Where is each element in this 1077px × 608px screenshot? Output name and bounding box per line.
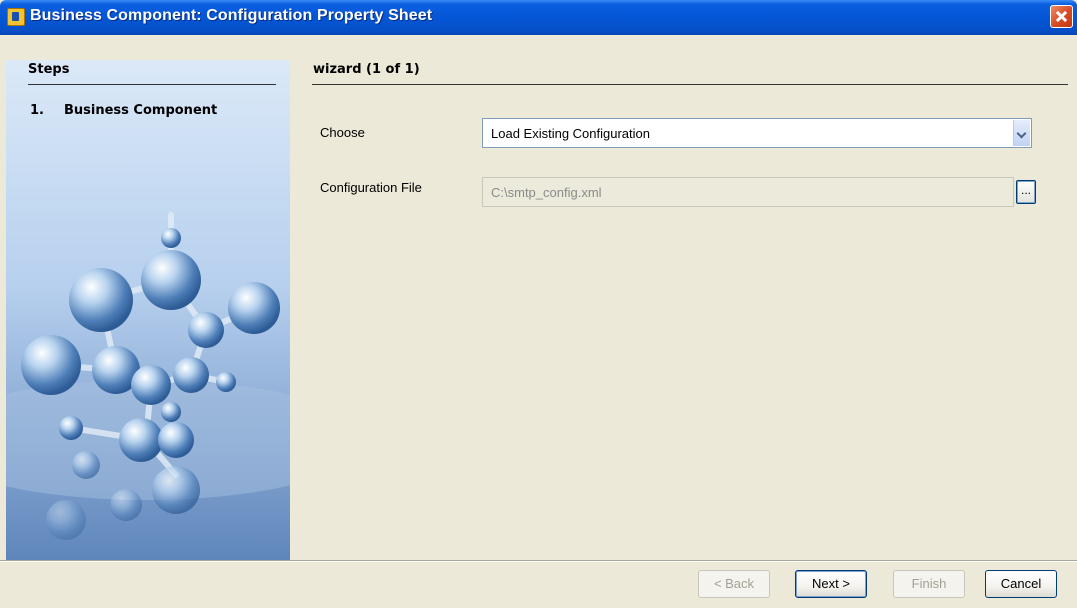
steps-panel (6, 60, 290, 560)
finish-button[interactable]: Finish (893, 570, 965, 598)
step-number: 1. (30, 103, 44, 118)
steps-heading: Steps (28, 62, 70, 77)
wizard-heading: wizard (1 of 1) (313, 62, 420, 77)
config-file-field: C:\smtp_config.xml (482, 177, 1014, 207)
browse-button[interactable]: ... (1016, 180, 1036, 204)
choose-label: Choose (320, 125, 365, 140)
steps-divider (28, 84, 276, 85)
wizard-divider (312, 84, 1068, 85)
title-bar[interactable]: Business Component: Configuration Proper… (0, 0, 1077, 35)
choose-dropdown[interactable]: Load Existing Configuration (482, 118, 1032, 148)
close-icon[interactable] (1050, 5, 1073, 28)
app-icon (7, 8, 25, 26)
wizard-window: Business Component: Configuration Proper… (0, 0, 1077, 608)
ellipsis-icon: ... (1020, 183, 1031, 197)
footer-divider-highlight (0, 561, 1077, 562)
next-button[interactable]: Next > (795, 570, 867, 598)
chevron-down-icon[interactable] (1013, 120, 1030, 146)
molecule-illustration (6, 60, 290, 560)
config-file-label: Configuration File (320, 180, 422, 195)
window-title: Business Component: Configuration Proper… (30, 7, 433, 24)
choose-value: Load Existing Configuration (491, 126, 650, 141)
step-item-business-component[interactable]: Business Component (64, 103, 217, 118)
config-file-value: C:\smtp_config.xml (491, 185, 602, 200)
cancel-button[interactable]: Cancel (985, 570, 1057, 598)
back-button[interactable]: < Back (698, 570, 770, 598)
